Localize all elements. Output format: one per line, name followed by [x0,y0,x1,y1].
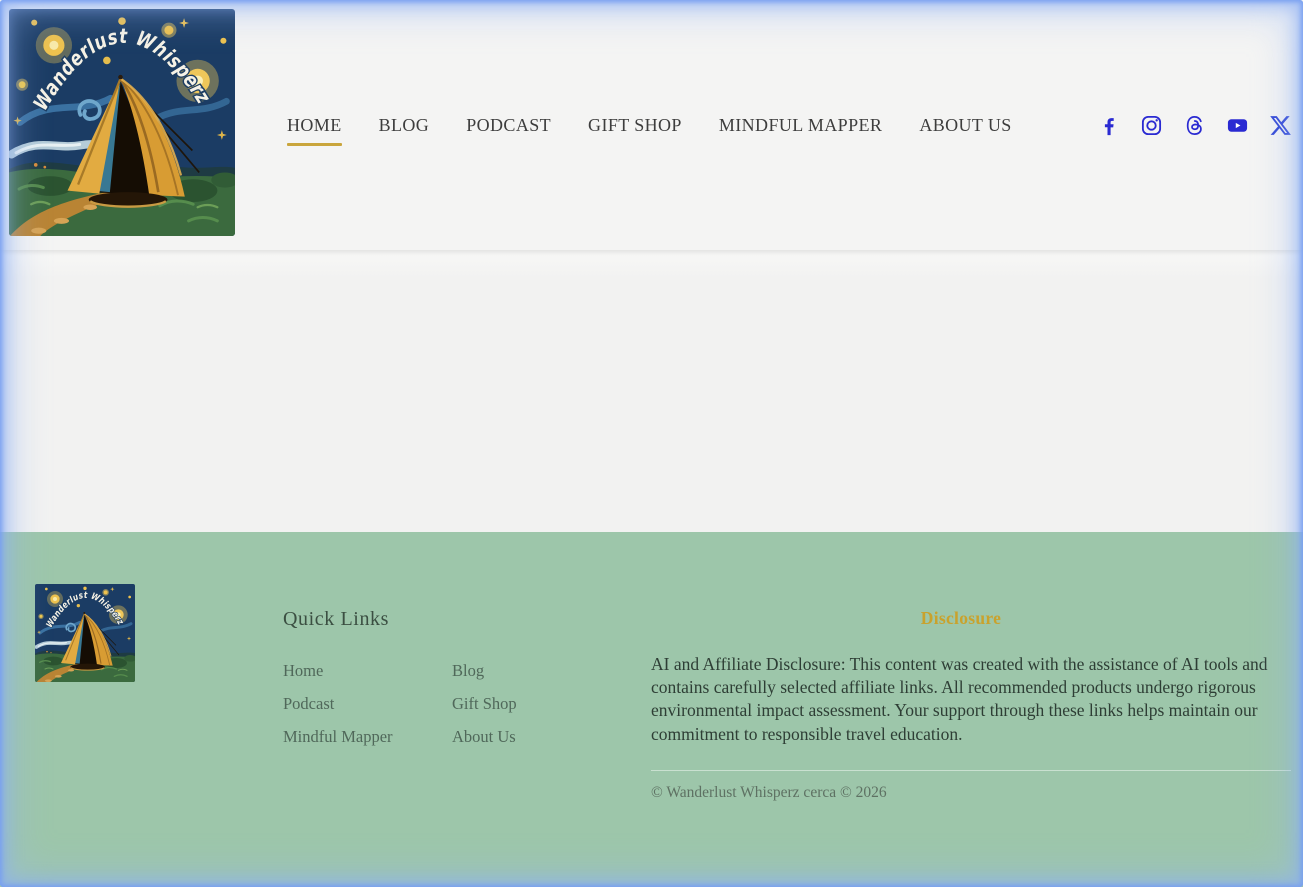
main-nav: HOME BLOG PODCAST GIFT SHOP MINDFUL MAPP… [287,0,1012,250]
disclosure-heading: Disclosure [651,608,1271,629]
quick-links-section: Quick Links Home Podcast Mindful Mapper … [283,608,621,747]
site-footer: Quick Links Home Podcast Mindful Mapper … [0,532,1303,887]
nav-item-mindful-mapper[interactable]: MINDFUL MAPPER [719,115,882,136]
footer-divider [651,770,1291,771]
nav-item-gift-shop[interactable]: GIFT SHOP [588,115,682,136]
footer-link-gift-shop[interactable]: Gift Shop [452,694,621,714]
header-logo[interactable] [9,9,235,236]
footer-logo[interactable] [35,584,135,682]
disclosure-section: Disclosure AI and Affiliate Disclosure: … [651,608,1271,802]
quick-links-heading: Quick Links [283,608,621,631]
quick-links-columns: Home Podcast Mindful Mapper Blog Gift Sh… [283,661,621,747]
footer-link-blog[interactable]: Blog [452,661,621,681]
brand-logo-image-small [35,584,135,682]
main-content [0,250,1303,532]
brand-logo-image [9,9,235,236]
x-twitter-icon[interactable] [1269,114,1292,137]
quick-links-column-2: Blog Gift Shop About Us [452,661,621,747]
youtube-icon[interactable] [1226,114,1249,137]
quick-links-column-1: Home Podcast Mindful Mapper [283,661,452,747]
nav-item-home[interactable]: HOME [287,115,342,136]
footer-link-home[interactable]: Home [283,661,452,681]
site-header: HOME BLOG PODCAST GIFT SHOP MINDFUL MAPP… [0,0,1303,250]
facebook-icon[interactable] [1097,114,1120,137]
social-bar [1097,0,1292,250]
threads-icon[interactable] [1183,114,1206,137]
instagram-icon[interactable] [1140,114,1163,137]
nav-item-about-us[interactable]: ABOUT US [919,115,1011,136]
footer-link-mindful-mapper[interactable]: Mindful Mapper [283,727,452,747]
footer-link-about-us[interactable]: About Us [452,727,621,747]
nav-item-blog[interactable]: BLOG [379,115,430,136]
disclosure-text: AI and Affiliate Disclosure: This conten… [651,653,1271,746]
nav-item-podcast[interactable]: PODCAST [466,115,551,136]
footer-link-podcast[interactable]: Podcast [283,694,452,714]
copyright: © Wanderlust Whisperz cerca © 2026 [651,784,1271,802]
